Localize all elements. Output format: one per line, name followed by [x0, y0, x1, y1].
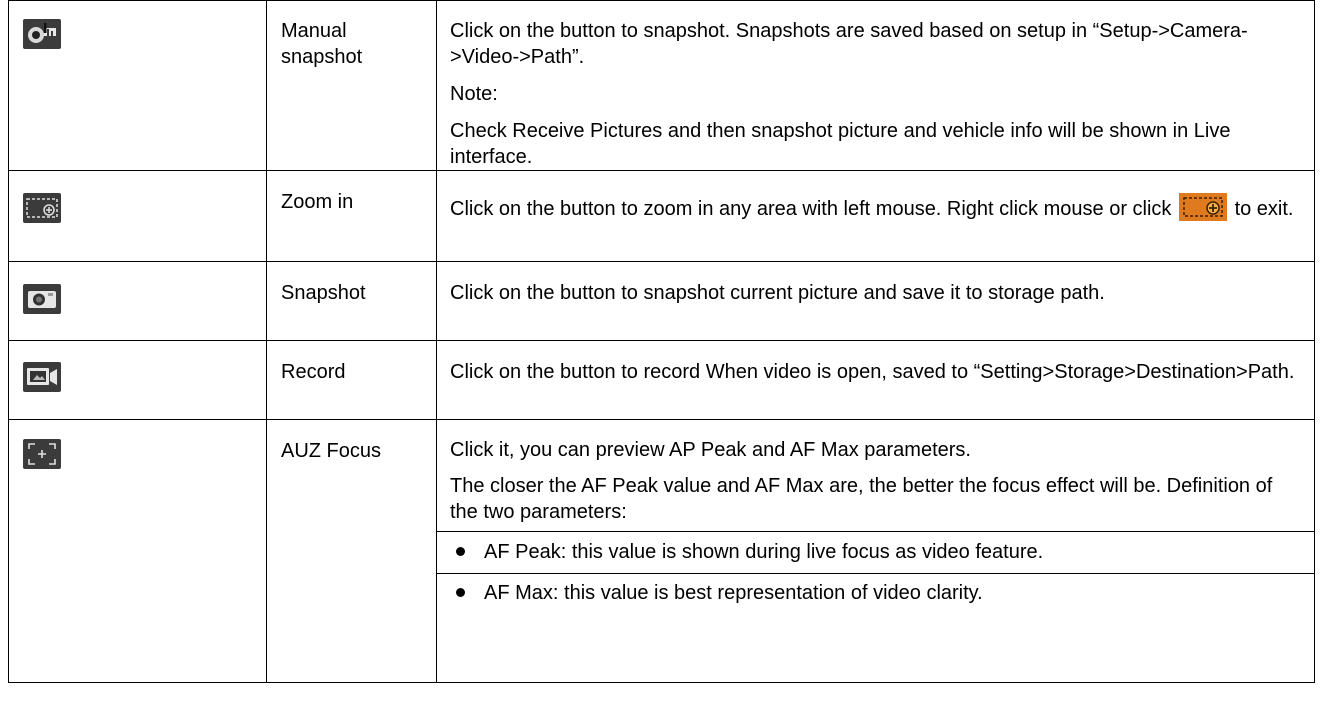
description-text: Click on the button to snapshot. Snapsho…: [450, 20, 1248, 68]
icon-cell: [8, 170, 267, 262]
table-row: Snapshot Click on the button to snapshot…: [8, 261, 1315, 341]
name-cell: Record: [266, 340, 437, 420]
description-text: Click it, you can preview AP Peak and AF…: [450, 439, 971, 461]
bullet-icon: [456, 547, 465, 556]
icon-cell: [8, 340, 267, 420]
icon-cell: [8, 0, 267, 171]
bullet-list: AF Peak: this value is shown during live…: [437, 532, 1314, 606]
list-item: AF Max: this value is best representatio…: [437, 573, 1314, 606]
bullet-text: AF Peak: this value is shown during live…: [484, 541, 1044, 563]
bullet-text: AF Max: this value is best representatio…: [484, 582, 983, 604]
function-name: AUZ Focus: [281, 440, 382, 462]
desc-cell: Click on the button to record When video…: [436, 340, 1315, 420]
desc-cell: Click it, you can preview AP Peak and AF…: [436, 419, 1315, 683]
table-row: Record Click on the button to record Whe…: [8, 340, 1315, 420]
desc-cell: Click on the button to snapshot current …: [436, 261, 1315, 341]
record-video-icon[interactable]: [23, 362, 61, 392]
function-name: Snapshot: [281, 282, 366, 304]
bullet-icon: [456, 588, 465, 597]
name-cell: AUZ Focus: [266, 419, 437, 683]
note-label: Note:: [450, 83, 498, 105]
table-row: Manual snapshot Click on the button to s…: [8, 0, 1315, 171]
name-cell: Manual snapshot: [266, 0, 437, 171]
zoom-in-icon[interactable]: [23, 193, 61, 223]
function-name: Zoom in: [281, 191, 354, 213]
table-row: AUZ Focus Click it, you can preview AP P…: [8, 419, 1315, 683]
name-cell: Zoom in: [266, 170, 437, 262]
name-cell: Snapshot: [266, 261, 437, 341]
description-text-end: to exit.: [1234, 198, 1294, 220]
function-name: Record: [281, 361, 346, 383]
icon-cell: [8, 261, 267, 341]
list-item: AF Peak: this value is shown during live…: [450, 532, 1300, 573]
desc-cell: Click on the button to snapshot. Snapsho…: [436, 0, 1315, 171]
function-table: Manual snapshot Click on the button to s…: [8, 0, 1315, 683]
snapshot-camera-icon[interactable]: [23, 284, 61, 314]
desc-cell: Click on the button to zoom in any area …: [436, 170, 1315, 262]
note-text: Check Receive Pictures and then snapshot…: [450, 120, 1231, 168]
manual-snapshot-icon[interactable]: [23, 19, 61, 49]
table-row: Zoom in Click on the button to zoom in a…: [8, 170, 1315, 262]
description-text: Click on the button to record When video…: [450, 361, 1295, 383]
icon-cell: [8, 419, 267, 683]
description-text: Click on the button to zoom in any area …: [450, 198, 1172, 220]
description-text: Click on the button to snapshot current …: [450, 282, 1105, 304]
zoom-in-active-icon: [1179, 193, 1227, 221]
description-text: The closer the AF Peak value and AF Max …: [450, 475, 1273, 523]
auz-focus-icon[interactable]: [23, 439, 61, 469]
function-name: Manual snapshot: [281, 20, 363, 68]
